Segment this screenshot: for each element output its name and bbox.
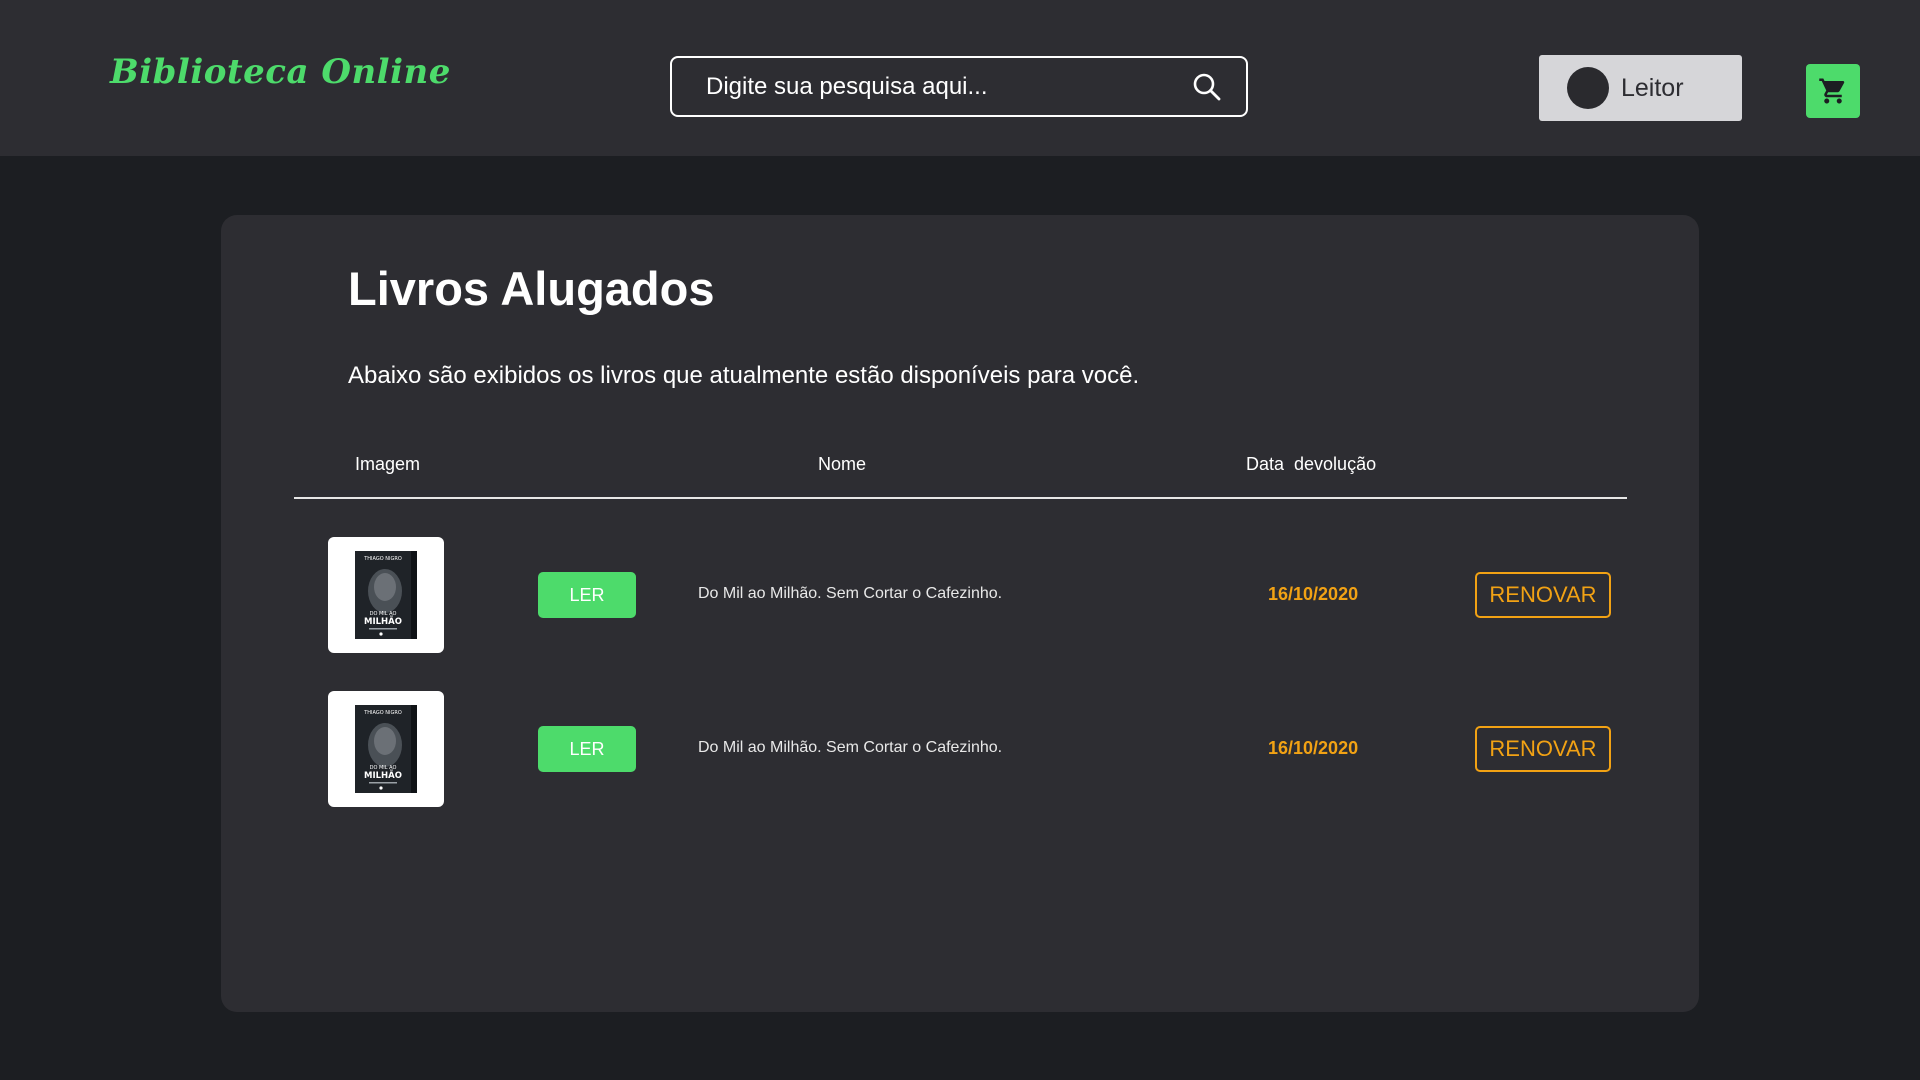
shopping-cart-icon bbox=[1819, 78, 1845, 104]
column-header-due-date: Data devolução bbox=[1246, 454, 1377, 474]
avatar bbox=[1567, 67, 1609, 109]
table-row: THIAGO NIGRO DO MIL AO MILHÃO LER Do Mil… bbox=[221, 691, 1699, 807]
page-title: Livros Alugados bbox=[348, 262, 715, 315]
renew-button[interactable]: RENOVAR bbox=[1475, 572, 1611, 618]
user-menu-button[interactable]: Leitor bbox=[1539, 55, 1742, 121]
top-bar: Biblioteca Online Leitor bbox=[0, 0, 1920, 156]
book-name: Do Mil ao Milhão. Sem Cortar o Cafezinho… bbox=[698, 739, 1003, 756]
book-cover-author: THIAGO NIGRO bbox=[363, 710, 402, 716]
book-cover-author: THIAGO NIGRO bbox=[363, 556, 402, 562]
read-button[interactable]: LER bbox=[538, 572, 636, 618]
table-row: THIAGO NIGRO DO MIL AO MILHÃO LER Do Mil… bbox=[221, 537, 1699, 653]
book-thumbnail[interactable]: THIAGO NIGRO DO MIL AO MILHÃO bbox=[328, 537, 444, 653]
renew-button[interactable]: RENOVAR bbox=[1475, 726, 1611, 772]
due-date: 16/10/2020 bbox=[1268, 738, 1359, 758]
search-box[interactable] bbox=[670, 56, 1248, 117]
book-thumbnail[interactable]: THIAGO NIGRO DO MIL AO MILHÃO bbox=[328, 691, 444, 807]
user-label: Leitor bbox=[1621, 73, 1684, 102]
column-header-name: Nome bbox=[818, 454, 867, 474]
search-icon[interactable] bbox=[1192, 72, 1222, 102]
due-date: 16/10/2020 bbox=[1268, 584, 1359, 604]
page-description: Abaixo são exibidos os livros que atualm… bbox=[348, 362, 1140, 389]
column-header-image: Imagem bbox=[355, 454, 421, 474]
book-cover-image: THIAGO NIGRO DO MIL AO MILHÃO bbox=[355, 705, 417, 793]
book-name: Do Mil ao Milhão. Sem Cortar o Cafezinho… bbox=[698, 585, 1003, 602]
cart-button[interactable] bbox=[1806, 64, 1860, 118]
table-divider bbox=[294, 497, 1627, 499]
read-button[interactable]: LER bbox=[538, 726, 636, 772]
book-cover-title-line2: MILHÃO bbox=[364, 770, 402, 781]
book-cover-title-line2: MILHÃO bbox=[364, 616, 402, 627]
search-input[interactable] bbox=[706, 72, 1192, 101]
book-cover-image: THIAGO NIGRO DO MIL AO MILHÃO bbox=[355, 551, 417, 639]
brand-logo[interactable]: Biblioteca Online bbox=[110, 52, 451, 92]
rented-books-panel: Livros Alugados Abaixo são exibidos os l… bbox=[221, 215, 1699, 1012]
